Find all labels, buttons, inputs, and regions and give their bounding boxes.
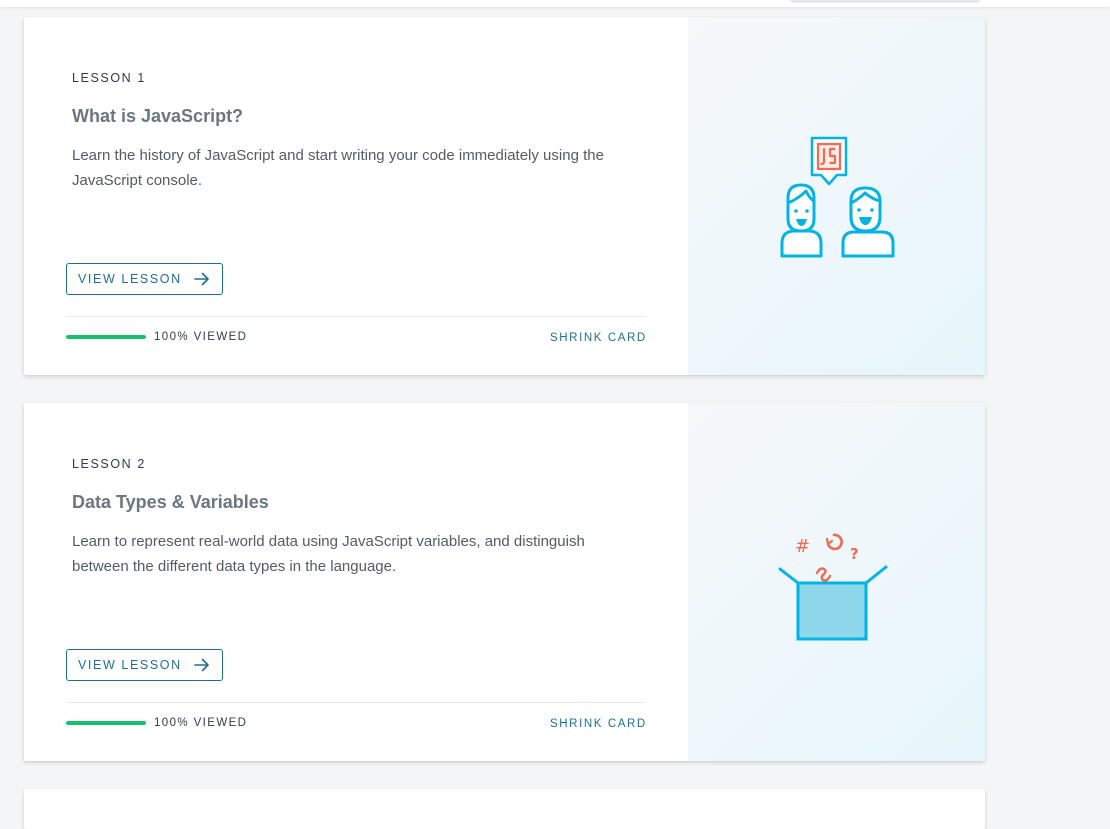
lesson-card-3	[24, 789, 985, 829]
view-lesson-label: VIEW LESSON	[78, 658, 182, 672]
open-box-symbols-icon: # ?	[778, 533, 888, 641]
shrink-card-button[interactable]: SHRINK CARD	[550, 718, 647, 730]
arrow-right-icon	[193, 658, 209, 672]
lesson-title: Data Types & Variables	[72, 492, 269, 512]
top-bar	[0, 0, 1110, 7]
progress-fill	[66, 335, 146, 339]
progress-bar	[66, 335, 146, 339]
progress-text: 100% VIEWED	[154, 717, 248, 729]
lesson-illustration-panel: # ?	[688, 403, 985, 761]
lesson-number: LESSON 1	[72, 71, 146, 85]
svg-text:#: #	[795, 536, 810, 557]
progress-fill	[66, 721, 146, 725]
lesson-illustration-panel	[688, 17, 985, 375]
lesson-description: Learn to represent real-world data using…	[72, 533, 585, 575]
lesson-card-1: LESSON 1 What is JavaScript? Learn the h…	[24, 17, 985, 375]
shrink-card-button[interactable]: SHRINK CARD	[550, 332, 647, 344]
view-lesson-button[interactable]: VIEW LESSON	[66, 263, 223, 295]
lesson-description: Learn the history of JavaScript and star…	[72, 147, 604, 189]
lesson-card-body: LESSON 2 Data Types & Variables Learn to…	[24, 403, 688, 761]
progress-text: 100% VIEWED	[154, 331, 248, 343]
arrow-right-icon	[193, 272, 209, 286]
lesson-progress: 100% VIEWED	[66, 717, 247, 729]
card-divider	[66, 702, 646, 703]
progress-bar	[66, 721, 146, 725]
lesson-progress: 100% VIEWED	[66, 331, 247, 343]
people-talking-js-icon	[780, 136, 895, 258]
lesson-title: What is JavaScript?	[72, 106, 244, 126]
top-bar-control	[790, 0, 980, 3]
lesson-list: LESSON 1 What is JavaScript? Learn the h…	[24, 17, 985, 829]
view-lesson-label: VIEW LESSON	[78, 272, 182, 286]
card-divider	[66, 316, 646, 317]
lesson-card-body: LESSON 1 What is JavaScript? Learn the h…	[24, 17, 688, 375]
lesson-number: LESSON 2	[72, 457, 146, 471]
lesson-card-2: LESSON 2 Data Types & Variables Learn to…	[24, 403, 985, 761]
svg-text:?: ?	[850, 545, 859, 563]
view-lesson-button[interactable]: VIEW LESSON	[66, 649, 223, 681]
